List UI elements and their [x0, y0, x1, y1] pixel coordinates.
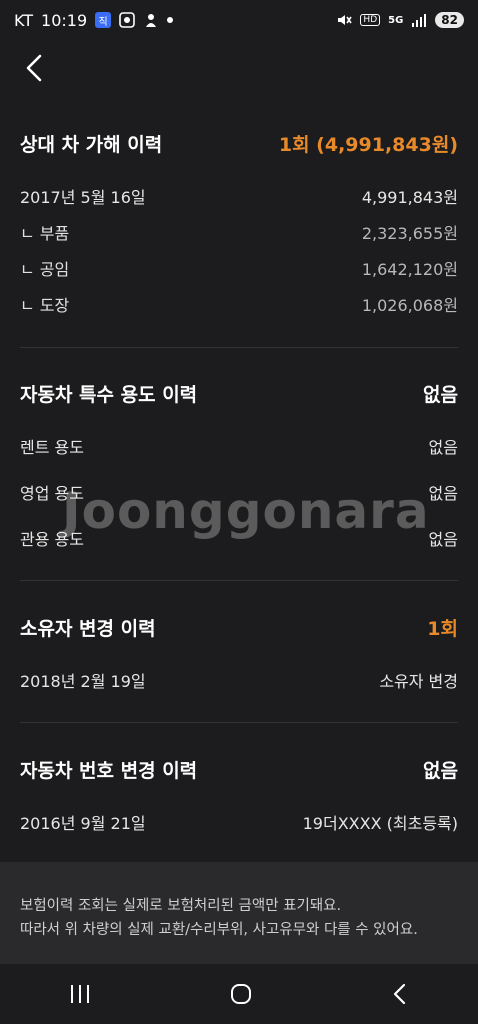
accident-detail-value: 1,026,068원: [361, 296, 458, 315]
owner-change-row: 2018년 2월 19일 소유자 변경: [20, 668, 458, 692]
notice-line: 따라서 위 차량의 실제 교환/수리부위, 사고유무와 다를 수 있어요.: [20, 922, 418, 938]
accident-history-header: 상대 차 가해 이력 1회 (4,991,843원): [20, 128, 458, 158]
special-use-row: 렌트 용도 없음: [20, 434, 458, 458]
special-use-row: 관용 용도 없음: [20, 526, 458, 550]
special-use-value: 없음: [428, 530, 458, 549]
notice-line: 보험이력 조회는 실제로 보험처리된 금액만 표기돼요.: [20, 898, 342, 914]
bixby-icon: [143, 12, 159, 28]
special-use-value: 없음: [428, 484, 458, 503]
accident-detail-label: ㄴ 도장: [20, 296, 70, 315]
special-use-header: 자동차 특수 용도 이력 없음: [20, 378, 458, 408]
special-use-summary: 없음: [423, 383, 458, 406]
owner-change-header: 소유자 변경 이력 1회: [20, 612, 458, 642]
carrier-label: KT: [14, 10, 34, 30]
recent-apps-icon: [71, 985, 90, 1003]
mute-icon: [336, 12, 353, 28]
owner-change-date: 2018년 2월 19일: [20, 672, 146, 691]
plate-change-section: 자동차 번호 변경 이력 없음 2016년 9월 21일 19더XXXX (최초…: [20, 754, 458, 834]
system-back-button[interactable]: [390, 982, 410, 1006]
accident-detail-row: ㄴ 공임 1,642,120원: [20, 256, 458, 280]
accident-history-title: 상대 차 가해 이력: [20, 133, 163, 156]
accident-detail-label: ㄴ 공임: [20, 260, 70, 279]
accident-detail-label: ㄴ 부품: [20, 224, 70, 243]
accident-date: 2017년 5월 16일: [20, 188, 146, 207]
battery-indicator: 82: [435, 12, 464, 28]
back-button[interactable]: [18, 50, 50, 86]
accident-detail-value: 1,642,120원: [361, 260, 458, 279]
plate-change-header: 자동차 번호 변경 이력 없음: [20, 754, 458, 784]
clock: 10:19: [41, 10, 88, 30]
accident-detail-row: ㄴ 부품 2,323,655원: [20, 220, 458, 244]
special-use-section: 자동차 특수 용도 이력 없음 렌트 용도 없음 영업 용도 없음 관용 용도 …: [20, 378, 458, 550]
owner-change-section: 소유자 변경 이력 1회 2018년 2월 19일 소유자 변경: [20, 612, 458, 692]
home-icon: [230, 984, 251, 1004]
insurance-notice: 보험이력 조회는 실제로 보험처리된 금액만 표기돼요. 따라서 위 차량의 실…: [0, 862, 478, 964]
special-use-label: 관용 용도: [20, 530, 84, 549]
accident-detail-row: ㄴ 도장 1,026,068원: [20, 292, 458, 316]
plate-change-date: 2016년 9월 21일: [20, 814, 146, 833]
app-notification-icon: 직: [95, 12, 112, 28]
plate-change-value: 19더XXXX (최초등록): [302, 814, 458, 833]
section-divider: [20, 347, 458, 348]
home-button[interactable]: [229, 982, 253, 1006]
plate-change-title: 자동차 번호 변경 이력: [20, 759, 198, 782]
hd-voice-icon: HD: [360, 14, 381, 26]
accident-record-row: 2017년 5월 16일 4,991,843원: [20, 184, 458, 208]
special-use-value: 없음: [428, 438, 458, 457]
more-notifications-dot-icon: [167, 17, 174, 23]
system-nav-bar: [0, 964, 478, 1024]
special-use-title: 자동차 특수 용도 이력: [20, 383, 198, 406]
signal-icon: [411, 13, 427, 27]
back-arrow-icon: [393, 983, 405, 1005]
accident-history-summary: 1회 (4,991,843원): [278, 133, 458, 156]
screen-capture-icon: [119, 12, 135, 28]
owner-change-title: 소유자 변경 이력: [20, 617, 156, 640]
section-divider: [20, 580, 458, 581]
recent-apps-button[interactable]: [68, 983, 92, 1005]
section-divider: [20, 722, 458, 723]
plate-change-summary: 없음: [423, 759, 458, 782]
owner-change-summary: 1회: [427, 617, 458, 640]
plate-change-row: 2016년 9월 21일 19더XXXX (최초등록): [20, 810, 458, 834]
special-use-label: 렌트 용도: [20, 438, 84, 457]
accident-detail-value: 2,323,655원: [361, 224, 458, 243]
network-type-icon: 5G: [388, 14, 404, 26]
chevron-left-icon: [26, 54, 42, 82]
status-bar: KT 10:19 직 HD 5G 82: [0, 0, 478, 40]
accident-history-section: 상대 차 가해 이력 1회 (4,991,843원) 2017년 5월 16일 …: [20, 128, 458, 316]
accident-total: 4,991,843원: [361, 188, 458, 207]
special-use-row: 영업 용도 없음: [20, 480, 458, 504]
owner-change-value: 소유자 변경: [379, 672, 458, 691]
special-use-label: 영업 용도: [20, 484, 84, 503]
